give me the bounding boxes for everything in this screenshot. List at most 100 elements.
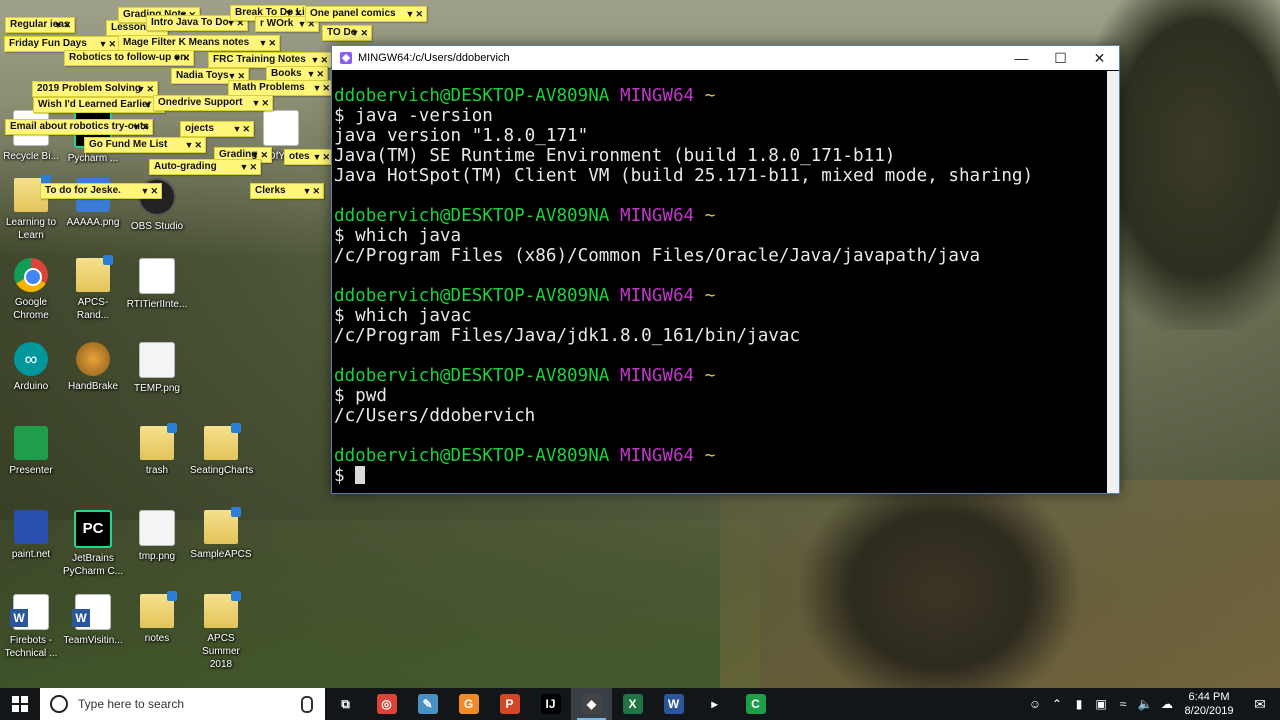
- sticky-note[interactable]: Wish I'd Learned Earlier▼✕: [33, 97, 165, 113]
- sticky-note[interactable]: Email about robotics try-outs ▼✕: [5, 119, 153, 135]
- taskbar-excel-button[interactable]: X: [612, 688, 653, 720]
- prompt-env: MINGW64: [609, 446, 695, 466]
- volume-icon[interactable]: 🔈: [1134, 697, 1156, 711]
- notifications-icon[interactable]: ✉: [1240, 696, 1280, 713]
- doc-icon: [139, 258, 175, 294]
- taskbar-app-g-button[interactable]: G: [448, 688, 489, 720]
- desktop-icon[interactable]: PC JetBrains PyCharm C...: [62, 510, 124, 578]
- sticky-note[interactable]: Auto-grading ▼✕: [149, 159, 261, 175]
- taskbar-intellij-button[interactable]: IJ: [530, 688, 571, 720]
- sticky-note[interactable]: One panel comics ▼✕: [305, 6, 427, 22]
- sticky-controls-icon[interactable]: ▼✕: [351, 26, 369, 40]
- sticky-note[interactable]: Robotics to follow-up on: ▼✕: [64, 50, 194, 66]
- network-icon[interactable]: ▣: [1090, 697, 1112, 711]
- desktop-icon[interactable]: TEMP.png: [126, 342, 188, 395]
- sticky-note-label: Intro Java To Do: [151, 17, 229, 28]
- terminal-window[interactable]: MINGW64:/c/Users/ddobervich — ☐ ✕ ddober…: [331, 45, 1120, 494]
- sticky-controls-icon[interactable]: ▼✕: [99, 37, 117, 51]
- taskbar-app-c-button[interactable]: C: [735, 688, 776, 720]
- terminal-prompt-line: ddobervich@DESKTOP-AV809NA MINGW64 ~: [334, 206, 1104, 226]
- desktop-icon[interactable]: ∞ Arduino: [0, 342, 62, 393]
- sticky-controls-icon[interactable]: ▼✕: [313, 81, 331, 95]
- terminal-input-line[interactable]: $: [334, 466, 1104, 486]
- taskbar-git-bash-button[interactable]: ◆: [571, 688, 612, 720]
- taskbar-terminal-arrow-button[interactable]: ▸: [694, 688, 735, 720]
- desktop-icon-label: AAAAA.png: [66, 217, 120, 228]
- word-icon: [72, 594, 111, 630]
- sticky-controls-icon[interactable]: ▼✕: [185, 138, 203, 152]
- sticky-note[interactable]: Mage Filter K Means notes ▼✕: [118, 35, 280, 51]
- desktop-icon[interactable]: HandBrake: [62, 342, 124, 393]
- sticky-controls-icon[interactable]: ▼✕: [137, 82, 155, 96]
- sticky-controls-icon[interactable]: ▼✕: [173, 51, 191, 65]
- close-button[interactable]: ✕: [1080, 46, 1119, 70]
- desktop-icon[interactable]: APCS-Rand...: [62, 255, 124, 322]
- desktop-icon[interactable]: APCS Summer 2018: [190, 591, 252, 671]
- c-app-icon: C: [745, 694, 766, 714]
- sticky-controls-icon[interactable]: ▼✕: [303, 184, 321, 198]
- sticky-note-label: Auto-grading: [154, 161, 217, 172]
- terminal-prompt-line: ddobervich@DESKTOP-AV809NA MINGW64 ~: [334, 366, 1104, 386]
- desktop-icon[interactable]: tmp.png: [126, 510, 188, 563]
- scrollbar[interactable]: [1107, 71, 1119, 493]
- sticky-note[interactable]: Go Fund Me List ▼✕: [84, 137, 206, 153]
- terminal-output[interactable]: ddobervich@DESKTOP-AV809NA MINGW64 ~ $ ja…: [334, 86, 1104, 486]
- arrow-icon: ▸: [704, 694, 725, 714]
- sticky-controls-icon[interactable]: ▼✕: [141, 184, 159, 198]
- desktop-icon[interactable]: Firebots - Technical ...: [0, 594, 62, 660]
- sticky-note[interactable]: Clerks ▼✕: [250, 183, 324, 199]
- desktop-icon[interactable]: notes: [126, 591, 188, 645]
- sticky-note-label: Go Fund Me List: [89, 139, 168, 150]
- sticky-note[interactable]: Math Problems ▼✕: [228, 80, 334, 96]
- taskbar-powerpoint-button[interactable]: P: [489, 688, 530, 720]
- taskbar-notepad-button[interactable]: ✎: [407, 688, 448, 720]
- desktop-icon[interactable]: paint.net: [0, 510, 62, 561]
- desktop-icon[interactable]: Recycle Bi...: [0, 110, 62, 163]
- clock[interactable]: 6:44 PM 8/20/2019: [1178, 690, 1240, 718]
- sticky-note[interactable]: ojects ▼✕: [180, 121, 254, 137]
- battery-icon[interactable]: ▮: [1068, 697, 1090, 711]
- taskbar-task-view-button[interactable]: ⧉: [325, 688, 366, 720]
- sticky-controls-icon[interactable]: ▼✕: [240, 160, 258, 174]
- search-box[interactable]: Type here to search: [40, 688, 325, 720]
- sticky-note[interactable]: 2019 Problem Solving ▼✕: [32, 81, 158, 97]
- sticky-controls-icon[interactable]: ▼✕: [233, 122, 251, 136]
- sticky-note[interactable]: Regular ieas ▼✕: [5, 17, 75, 33]
- sticky-controls-icon[interactable]: ▼✕: [307, 67, 325, 81]
- terminal-output-line: /c/Program Files/Java/jdk1.8.0_161/bin/j…: [334, 326, 801, 346]
- sticky-controls-icon[interactable]: ▼✕: [259, 36, 277, 50]
- sticky-note[interactable]: otes ▼✕: [284, 149, 334, 165]
- terminal-output-line: Java HotSpot(TM) Client VM (build 25.171…: [334, 166, 1034, 186]
- chevron-up-icon[interactable]: ⌃: [1046, 697, 1068, 711]
- sticky-controls-icon[interactable]: ▼✕: [311, 53, 329, 67]
- desktop-icon[interactable]: SampleAPCS: [190, 507, 252, 561]
- terminal-output-line: java version "1.8.0_171": [334, 126, 589, 146]
- sticky-controls-icon[interactable]: ▼✕: [54, 18, 72, 32]
- maximize-button[interactable]: ☐: [1041, 46, 1080, 70]
- microphone-icon[interactable]: [301, 695, 313, 713]
- desktop-icon[interactable]: trash: [126, 423, 188, 477]
- person-icon[interactable]: ☺: [1024, 697, 1046, 711]
- taskbar-chrome-button[interactable]: ◎: [366, 688, 407, 720]
- sticky-controls-icon[interactable]: ▼✕: [132, 120, 150, 134]
- minimize-button[interactable]: —: [1002, 46, 1041, 70]
- start-button[interactable]: [0, 688, 40, 720]
- sticky-note[interactable]: Onedrive Support ▼✕: [153, 95, 273, 111]
- sticky-note[interactable]: TO Do ▼✕: [322, 25, 372, 41]
- desktop-icon[interactable]: Google Chrome: [0, 258, 62, 322]
- desktop-icon[interactable]: TeamVisitin...: [62, 594, 124, 647]
- desktop-icon[interactable]: RTITierIInte...: [126, 258, 188, 311]
- desktop-icon[interactable]: Presenter: [0, 426, 62, 477]
- sticky-controls-icon[interactable]: ▼✕: [313, 150, 331, 164]
- folder-icon: [140, 591, 177, 628]
- onedrive-icon[interactable]: ☁: [1156, 697, 1178, 711]
- sticky-note-label: Friday Fun Days: [9, 38, 87, 49]
- taskbar-word-button[interactable]: W: [653, 688, 694, 720]
- sticky-note[interactable]: To do for Jeske. ▼✕: [40, 183, 162, 199]
- desktop-icon[interactable]: SeatingCharts: [190, 423, 253, 477]
- sticky-controls-icon[interactable]: ▼✕: [252, 96, 270, 110]
- sticky-controls-icon[interactable]: ▼✕: [406, 7, 424, 21]
- title-bar[interactable]: MINGW64:/c/Users/ddobervich — ☐ ✕: [332, 46, 1119, 70]
- wifi-icon[interactable]: ≈: [1112, 697, 1134, 711]
- prompt-path: ~: [694, 446, 716, 466]
